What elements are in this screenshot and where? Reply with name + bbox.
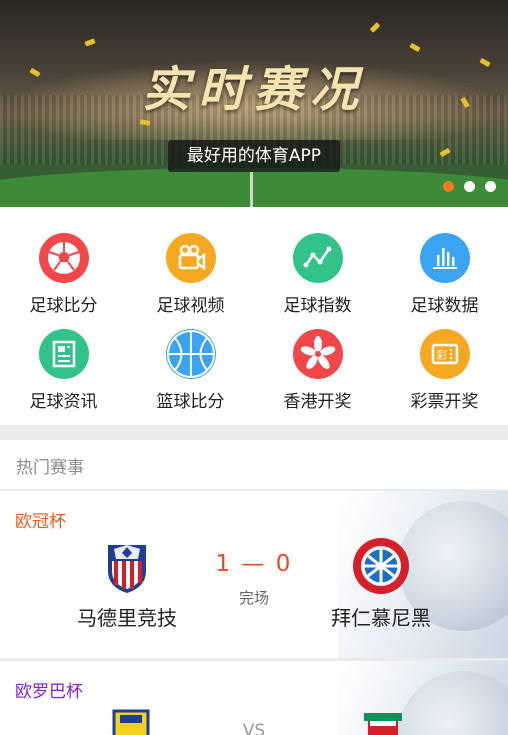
menu-label: 足球数据 xyxy=(410,296,479,316)
section-title: 热门赛事 xyxy=(16,458,84,478)
menu-label: 香港开奖 xyxy=(283,392,352,412)
carousel-dot[interactable] xyxy=(464,181,475,192)
line-chart-icon xyxy=(292,233,343,283)
soccer-ball-icon xyxy=(38,233,89,283)
menu-label: 足球指数 xyxy=(283,296,352,316)
menu-item-soccer-video[interactable]: 足球视频 xyxy=(127,233,254,316)
hot-events-header: 热门赛事 xyxy=(0,440,508,489)
newspaper-icon xyxy=(38,329,89,379)
menu-item-soccer-index[interactable]: 足球指数 xyxy=(254,233,381,316)
menu-label: 足球比分 xyxy=(29,296,98,316)
basketball-icon xyxy=(165,329,216,379)
lottery-ticket-icon: 彩 xyxy=(419,329,470,379)
menu-item-lottery[interactable]: 彩 彩票开奖 xyxy=(381,329,508,412)
liverpool-crest-icon xyxy=(356,705,410,735)
banner-title: 实时赛况 xyxy=(141,62,366,118)
villarreal-crest-icon xyxy=(104,705,158,735)
menu-item-soccer-news[interactable]: 足球资讯 xyxy=(0,329,127,412)
match-vs: VS xyxy=(242,721,266,735)
carousel-dot[interactable] xyxy=(485,181,496,192)
confetti xyxy=(84,38,96,47)
league-name: 欧罗巴杯 xyxy=(15,682,83,702)
menu-item-basketball-score[interactable]: 篮球比分 xyxy=(127,329,254,412)
league-name: 欧冠杯 xyxy=(15,512,66,532)
menu-label: 篮球比分 xyxy=(156,392,225,412)
menu-item-soccer-score[interactable]: 足球比分 xyxy=(0,233,127,316)
carousel-indicators[interactable] xyxy=(443,181,496,192)
confetti xyxy=(369,22,381,33)
bayern-munich-crest-icon xyxy=(352,537,410,595)
away-team-name: 拜仁慕尼黑 xyxy=(331,606,431,630)
match-status: 完场 xyxy=(238,589,269,607)
feature-grid: 足球比分 足球视频 足球指数 足球数据 足球资讯 篮球比分 香港开奖 彩 彩票开… xyxy=(0,207,508,425)
home-team-name: 马德里竞技 xyxy=(77,606,177,630)
football-pitch xyxy=(0,168,508,207)
menu-item-soccer-data[interactable]: 足球数据 xyxy=(381,233,508,316)
match-card[interactable]: 欧罗巴杯 VS xyxy=(0,661,508,735)
svg-text:彩: 彩 xyxy=(436,349,447,362)
hero-banner[interactable]: 实时赛况 最好用的体育APP xyxy=(0,0,508,207)
carousel-dot[interactable] xyxy=(443,181,454,192)
menu-label: 彩票开奖 xyxy=(410,392,479,412)
atletico-madrid-crest-icon xyxy=(100,541,154,595)
pitch-line xyxy=(250,172,253,207)
video-camera-icon xyxy=(165,233,216,283)
bar-chart-icon xyxy=(419,233,470,283)
match-score: 1 — 0 xyxy=(215,551,293,577)
menu-label: 足球资讯 xyxy=(29,392,98,412)
banner-subtitle: 最好用的体育APP xyxy=(168,140,340,172)
bauhinia-icon xyxy=(292,329,343,379)
menu-label: 足球视频 xyxy=(156,296,225,316)
match-card[interactable]: 欧冠杯 马德里竞技 1 — 0 完场 拜仁慕尼黑 xyxy=(0,491,508,658)
menu-item-hk-lottery[interactable]: 香港开奖 xyxy=(254,329,381,412)
